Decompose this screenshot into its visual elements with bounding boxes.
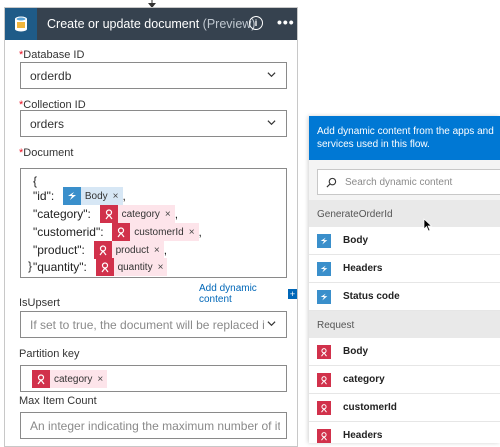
chevron-down-icon bbox=[267, 321, 276, 327]
document-editor[interactable]: { "id": Body × , "category": category × bbox=[20, 168, 287, 278]
is-upsert-select[interactable]: If set to true, the document will be rep… bbox=[20, 311, 287, 338]
add-dynamic-content-link[interactable]: Add dynamic content + bbox=[199, 283, 297, 305]
dynamic-item-generateorderid-status-code[interactable]: Status code bbox=[309, 283, 500, 311]
token-category[interactable]: category × bbox=[99, 205, 175, 223]
dynamic-content-header-text: Add dynamic content from the apps and se… bbox=[317, 126, 494, 150]
action-title: Create or update document (Preview) bbox=[47, 17, 255, 31]
token-quantity[interactable]: quantity × bbox=[95, 258, 168, 276]
max-item-count-placeholder: An integer indicating the maximum number… bbox=[30, 418, 280, 433]
document-close-brace: } bbox=[28, 259, 33, 273]
request-icon bbox=[93, 241, 112, 259]
max-item-count-input[interactable]: An integer indicating the maximum number… bbox=[20, 412, 287, 439]
request-icon bbox=[99, 205, 118, 223]
document-line-quantity: "quantity": quantity × bbox=[33, 258, 168, 276]
action-card: Create or update document (Preview) i ••… bbox=[4, 7, 298, 447]
http-trigger-icon bbox=[317, 261, 331, 276]
dynamic-item-request-category[interactable]: category bbox=[309, 366, 500, 394]
document-label: *Document bbox=[19, 147, 74, 159]
http-trigger-icon bbox=[317, 289, 331, 304]
partition-key-label: Partition key bbox=[19, 348, 80, 360]
max-item-count-label: Max Item Count bbox=[19, 395, 97, 407]
request-icon bbox=[317, 400, 331, 415]
remove-token-icon[interactable]: × bbox=[97, 374, 103, 385]
dynamic-item-request-headers[interactable]: Headers bbox=[309, 422, 500, 443]
dynamic-content-header: Add dynamic content from the apps and se… bbox=[309, 116, 500, 160]
dynamic-item-generateorderid-body[interactable]: Body bbox=[309, 227, 500, 255]
request-icon bbox=[317, 344, 331, 359]
dynamic-item-request-body[interactable]: Body bbox=[309, 338, 500, 366]
token-body[interactable]: Body × bbox=[62, 187, 123, 205]
document-line-customerid: "customerid": customerId × , bbox=[33, 223, 202, 241]
request-icon bbox=[32, 370, 50, 388]
token-partition-category[interactable]: category × bbox=[32, 370, 108, 388]
dynamic-content-search-input[interactable]: Search dynamic content bbox=[317, 169, 500, 195]
token-product[interactable]: product × bbox=[93, 241, 164, 259]
remove-token-icon[interactable]: × bbox=[113, 191, 119, 202]
group-title-generateorderid: GenerateOrderId bbox=[309, 200, 500, 228]
document-line-product: "product": product × , bbox=[33, 241, 168, 259]
remove-token-icon[interactable]: × bbox=[154, 245, 160, 256]
mouse-cursor-icon bbox=[423, 218, 433, 232]
remove-token-icon[interactable]: × bbox=[189, 227, 195, 238]
group-title-request: Request bbox=[309, 311, 500, 339]
search-icon bbox=[326, 177, 337, 188]
token-customerid[interactable]: customerId × bbox=[112, 223, 199, 241]
request-icon bbox=[317, 428, 331, 443]
is-upsert-placeholder: If set to true, the document will be rep… bbox=[30, 317, 265, 332]
action-title-suffix: (Preview) bbox=[202, 17, 256, 31]
http-trigger-icon bbox=[62, 187, 81, 205]
collection-id-select[interactable]: orders bbox=[20, 110, 287, 137]
chevron-down-icon bbox=[267, 120, 276, 126]
database-id-select[interactable]: orderdb bbox=[20, 62, 287, 89]
dynamic-item-generateorderid-headers[interactable]: Headers bbox=[309, 255, 500, 283]
request-icon bbox=[317, 372, 331, 387]
action-header[interactable]: Create or update document (Preview) i ••… bbox=[5, 8, 297, 40]
remove-token-icon[interactable]: × bbox=[165, 209, 171, 220]
add-icon: + bbox=[288, 289, 297, 299]
more-options-icon[interactable]: ••• bbox=[277, 14, 295, 30]
request-icon bbox=[95, 258, 114, 276]
request-icon bbox=[112, 223, 131, 241]
dynamic-content-panel: Add dynamic content from the apps and se… bbox=[309, 116, 500, 443]
database-id-label: *Database ID bbox=[19, 49, 85, 61]
document-line-id: "id": Body × , bbox=[33, 187, 126, 205]
action-title-text: Create or update document bbox=[47, 17, 200, 31]
database-id-value: orderdb bbox=[30, 68, 72, 83]
collection-id-value: orders bbox=[30, 116, 65, 131]
cosmos-db-icon bbox=[5, 8, 37, 40]
partition-key-field[interactable]: category × bbox=[20, 365, 287, 392]
http-trigger-icon bbox=[317, 233, 331, 248]
is-upsert-label: IsUpsert bbox=[19, 297, 60, 309]
remove-token-icon[interactable]: × bbox=[158, 262, 164, 273]
info-icon[interactable]: i bbox=[249, 16, 263, 30]
dynamic-item-request-customerid[interactable]: customerId bbox=[309, 394, 500, 422]
chevron-down-icon bbox=[267, 72, 276, 78]
document-line-category: "category": category × , bbox=[33, 205, 179, 223]
